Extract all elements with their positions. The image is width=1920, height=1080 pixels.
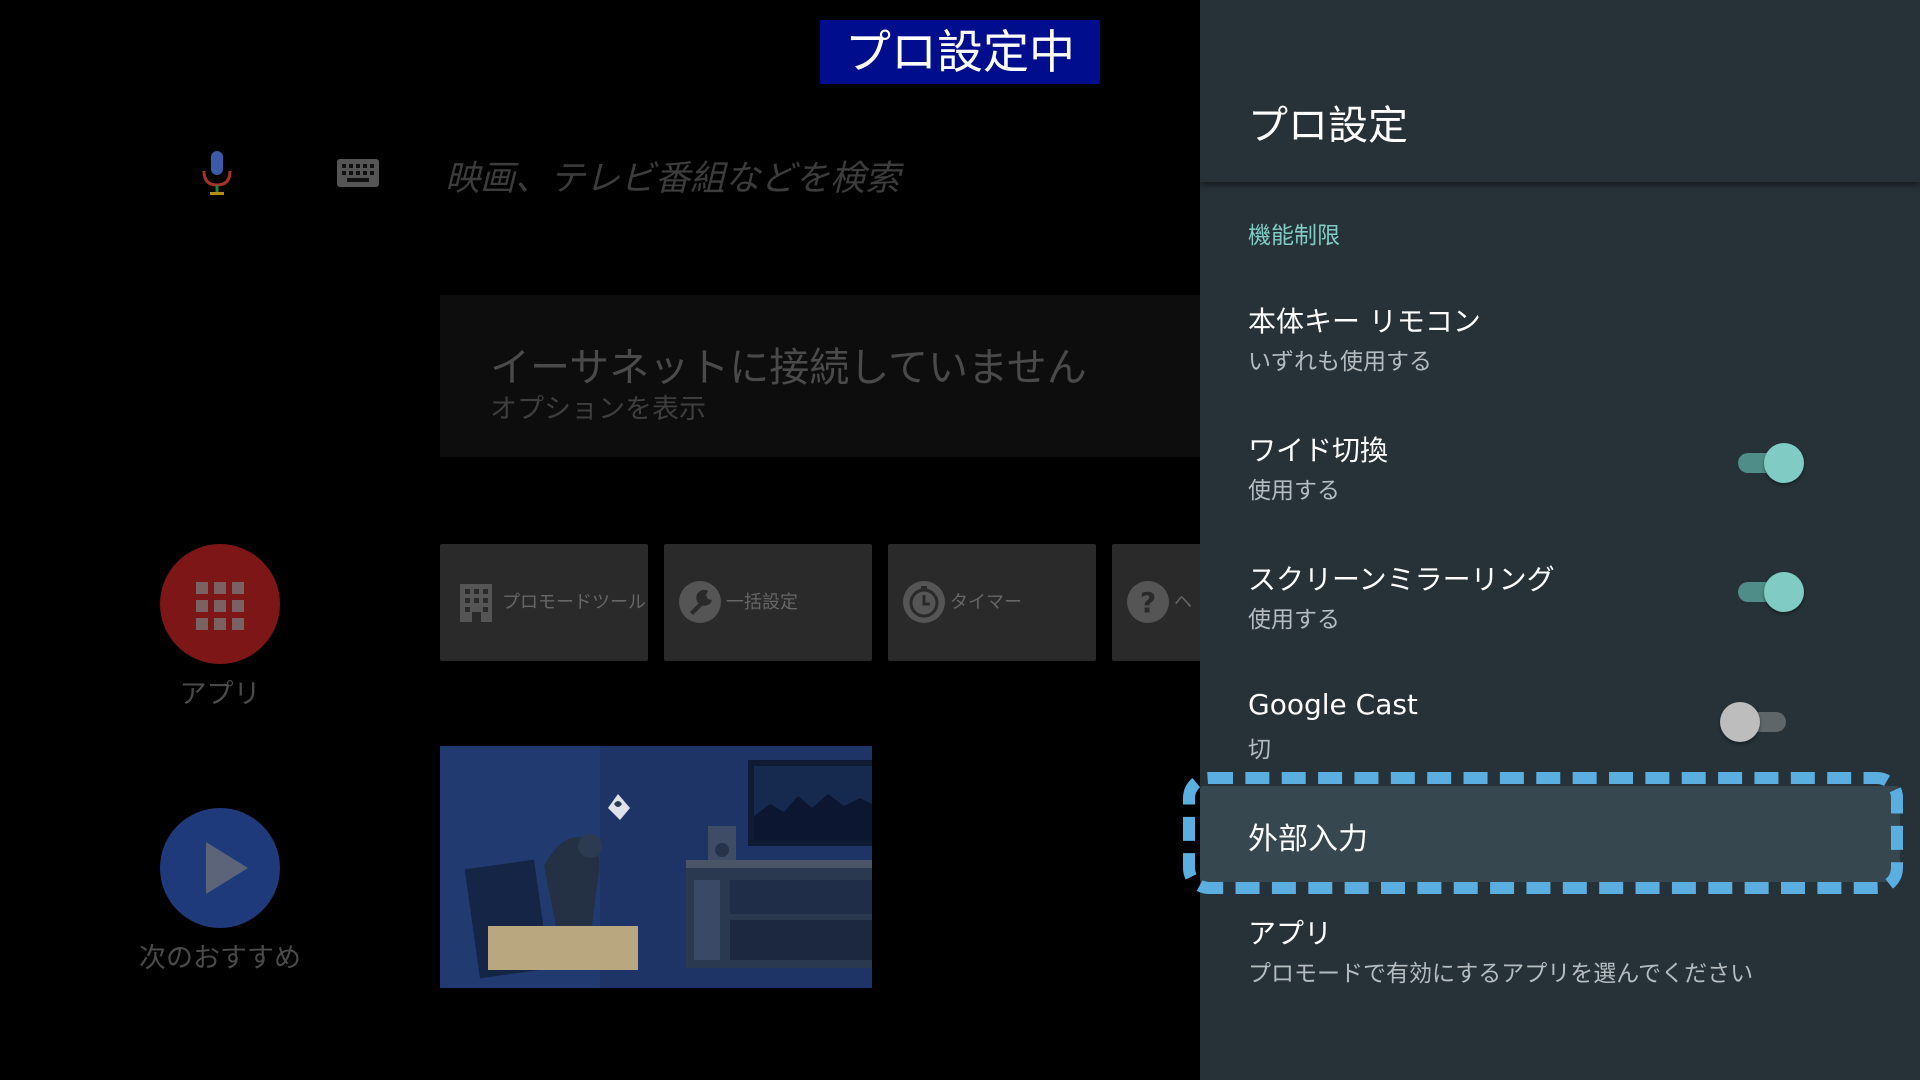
recommendation-thumbnail[interactable] [440,746,872,988]
next-recommendations-label: 次のおすすめ [139,943,301,974]
tile-label: 一括設定 [726,592,798,613]
setting-title: 本体キー リモコン [1248,305,1481,338]
tile-help[interactable]: ? ヘ [1112,544,1200,661]
network-status-title: イーサネットに接続していません [490,345,1087,391]
setting-value: 使用する [1248,478,1340,504]
svg-text:?: ? [1140,586,1156,619]
help-icon: ? [1127,581,1169,623]
setting-value: 使用する [1248,607,1340,633]
tile-label: プロモードツール [502,592,646,613]
pro-settings-panel: プロ設定 機能制限 本体キー リモコン いずれも使用する ワイド切換 使用する … [1200,0,1920,1080]
living-room-illustration [440,746,872,988]
next-recommendations-button[interactable] [160,808,280,928]
setting-google-cast[interactable]: Google Cast 切 [1200,688,1920,788]
setting-wide-mode[interactable]: ワイド切換 使用する [1200,429,1920,529]
timer-icon [903,581,945,623]
apps-grid-icon [196,582,244,630]
microphone-icon[interactable] [199,149,235,197]
network-status-subtitle: オプションを表示 [490,394,706,425]
toggle-knob [1764,443,1804,483]
setting-title: 外部入力 [1248,822,1368,857]
tv-screen: 映画、テレビ番組などを検索 イーサネットに接続していません オプションを表示 ア… [0,0,1920,1080]
panel-header: プロ設定 [1200,0,1920,182]
setting-external-input[interactable]: 外部入力 [1200,786,1900,882]
screen-mirroring-toggle[interactable] [1734,570,1804,614]
setting-screen-mirroring[interactable]: スクリーンミラーリング 使用する [1200,558,1920,658]
search-hint[interactable]: 映画、テレビ番組などを検索 [445,150,900,201]
setting-value: いずれも使用する [1248,349,1432,375]
wrench-icon [679,581,721,623]
home-screen: 映画、テレビ番組などを検索 イーサネットに接続していません オプションを表示 ア… [0,0,1200,1080]
setting-apps[interactable]: アプリ プロモードで有効にするアプリを選んでください [1200,912,1920,1012]
pro-setting-banner: プロ設定中 [820,20,1100,84]
setting-value: プロモードで有効にするアプリを選んでください [1248,961,1754,987]
setting-title: アプリ [1248,917,1333,950]
play-icon [206,842,248,894]
network-status-card[interactable]: イーサネットに接続していません オプションを表示 [440,295,1200,457]
section-label: 機能制限 [1248,223,1340,249]
tile-label: タイマー [950,592,1022,613]
tile-timer[interactable]: タイマー [888,544,1096,661]
apps-button[interactable] [160,544,280,664]
setting-body-key-remote[interactable]: 本体キー リモコン いずれも使用する [1200,300,1920,400]
google-cast-toggle[interactable] [1720,700,1790,744]
panel-title: プロ設定 [1248,103,1408,149]
apps-label: アプリ [179,679,261,710]
setting-title: ワイド切換 [1248,434,1389,467]
building-icon [460,584,492,622]
toggle-knob [1720,702,1760,742]
toggle-knob [1764,572,1804,612]
setting-title: Google Cast [1248,688,1418,721]
setting-value: 切 [1248,737,1271,763]
wide-mode-toggle[interactable] [1734,441,1804,485]
tile-promode-tool[interactable]: プロモードツール [440,544,648,661]
setting-title: スクリーンミラーリング [1248,563,1555,596]
tile-bulk-settings[interactable]: 一括設定 [664,544,872,661]
keyboard-icon[interactable] [336,157,380,189]
tile-label: ヘ [1174,592,1192,613]
